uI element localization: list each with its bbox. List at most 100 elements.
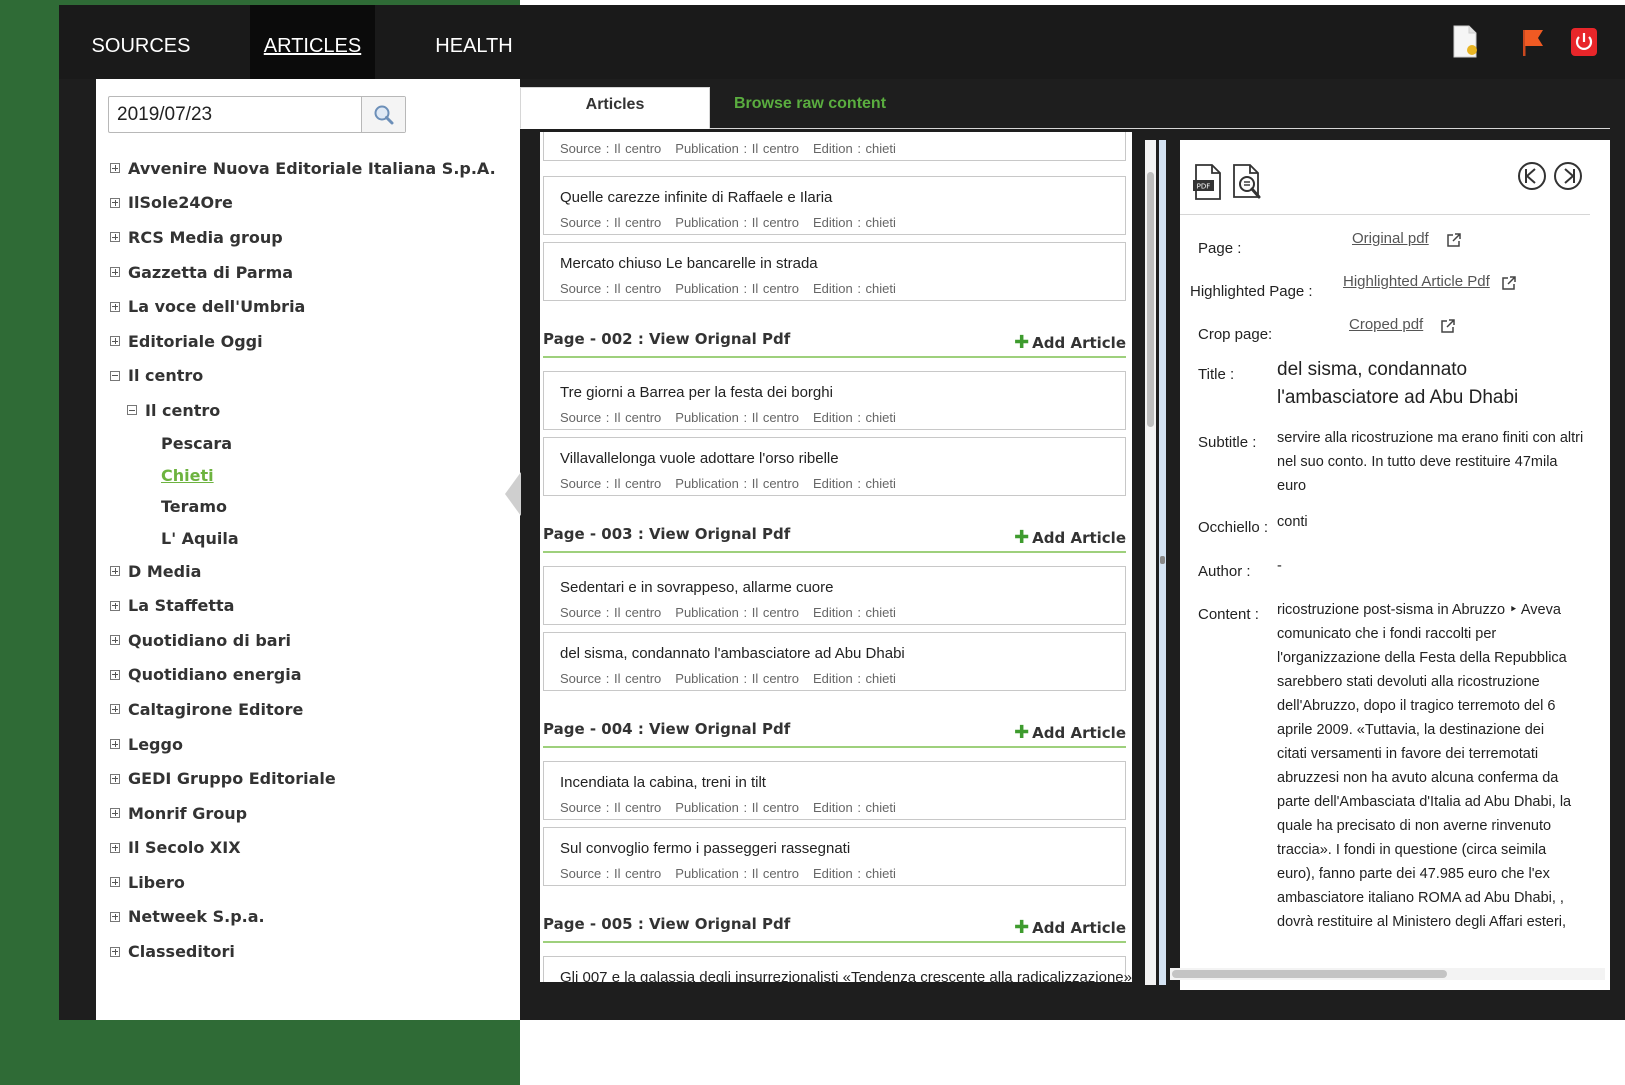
page-header: Page - 003 : View Orignal Pdf ✚ Add Artic… — [543, 523, 1126, 553]
view-original-pdf-link[interactable]: Page - 003 : View Orignal Pdf — [543, 525, 790, 543]
view-original-pdf-link[interactable]: Page - 005 : View Orignal Pdf — [543, 915, 790, 933]
article-card[interactable]: Gli 007 e la galassia degli insurreziona… — [543, 956, 1132, 982]
tree-edition-pescara[interactable]: Pescara — [110, 428, 510, 460]
article-card[interactable]: Source : Il centro Publication : Il centr… — [543, 132, 1126, 161]
article-card[interactable]: Incendiata la cabina, treni in tilt Sour… — [543, 761, 1126, 820]
article-card[interactable]: Tre giorni a Barrea per la festa dei bor… — [543, 371, 1126, 430]
add-article-button[interactable]: ✚ Add Article — [1014, 917, 1126, 938]
tree-item-label: Quotidiano energia — [128, 665, 302, 685]
tree-item-publisher[interactable]: La voce dell'Umbria — [110, 289, 510, 324]
tree-item-publisher[interactable]: Gazzetta di Parma — [110, 255, 510, 290]
add-article-button[interactable]: ✚ Add Article — [1014, 332, 1126, 353]
tree-item-publisher-expanded[interactable]: Il centro — [110, 359, 510, 394]
external-link-icon[interactable] — [1501, 275, 1517, 291]
tree-item-publisher[interactable]: Leggo — [110, 727, 510, 762]
article-title: Incendiata la cabina, treni in tilt — [560, 774, 766, 791]
tree-item-publisher[interactable]: Libero — [110, 865, 510, 900]
expand-icon[interactable] — [110, 163, 120, 174]
expand-icon[interactable] — [110, 336, 120, 347]
author-label: Author : — [1198, 563, 1251, 580]
add-article-button[interactable]: ✚ Add Article — [1014, 527, 1126, 548]
tree-item-publisher[interactable]: Classeditori — [110, 934, 510, 969]
tree-item-label: Il centro — [128, 366, 204, 386]
expand-icon[interactable] — [110, 600, 120, 611]
nav-tab-articles[interactable]: ARTICLES — [250, 5, 375, 79]
expand-icon[interactable] — [110, 877, 120, 888]
article-card[interactable]: Villavallelonga vuole adottare l'orso ri… — [543, 437, 1126, 496]
nav-tab-health[interactable]: HEALTH — [409, 5, 539, 79]
tree-item-label: Il centro — [145, 400, 221, 420]
tree-edition-teramo[interactable]: Teramo — [110, 491, 510, 523]
occhiello-value: conti — [1277, 514, 1308, 530]
tree-item-publisher[interactable]: Netweek S.p.a. — [110, 900, 510, 935]
highlighted-page-label: Highlighted Page : — [1190, 283, 1313, 300]
preview-document-icon[interactable] — [1231, 163, 1263, 206]
nav-tab-sources[interactable]: SOURCES — [59, 5, 223, 79]
article-card[interactable]: Mercato chiuso Le bancarelle in strada S… — [543, 242, 1126, 301]
power-icon[interactable] — [1570, 25, 1598, 59]
expand-icon[interactable] — [110, 842, 120, 853]
tree-item-publisher[interactable]: Il Secolo XIX — [110, 831, 510, 866]
article-card-selected[interactable]: del sisma, condannato l'ambasciatore ad … — [543, 632, 1126, 691]
detail-horizontal-scroll-thumb[interactable] — [1172, 970, 1447, 978]
tree-item-publisher[interactable]: Quotidiano energia — [110, 658, 510, 693]
date-search-input[interactable] — [109, 97, 362, 132]
expand-icon[interactable] — [110, 808, 120, 819]
previous-article-icon[interactable] — [1516, 160, 1548, 197]
tree-item-publisher[interactable]: GEDI Gruppo Editoriale — [110, 761, 510, 796]
croped-pdf-link[interactable]: Croped pdf — [1349, 316, 1423, 333]
add-article-button[interactable]: ✚ Add Article — [1014, 722, 1126, 743]
expand-icon[interactable] — [110, 267, 120, 278]
next-article-icon[interactable] — [1552, 160, 1584, 197]
highlighted-article-pdf-link[interactable]: Highlighted Article Pdf — [1343, 273, 1490, 290]
top-navigation-bar: SOURCES ARTICLES HEALTH — [59, 5, 1625, 79]
search-button[interactable] — [361, 97, 405, 132]
tree-edition-chieti[interactable]: Chieti — [110, 459, 510, 491]
expand-icon[interactable] — [110, 704, 120, 715]
tree-item-publication[interactable]: Il centro — [110, 393, 510, 428]
expand-icon[interactable] — [110, 232, 120, 243]
view-original-pdf-link[interactable]: Page - 002 : View Orignal Pdf — [543, 330, 790, 348]
tab-browse-raw-content[interactable]: Browse raw content — [710, 87, 910, 129]
tree-item-publisher[interactable]: Caltagirone Editore — [110, 692, 510, 727]
tree-item-publisher[interactable]: Monrif Group — [110, 796, 510, 831]
original-pdf-link[interactable]: Original pdf — [1352, 230, 1429, 247]
document-icon[interactable] — [1451, 25, 1479, 59]
tree-item-publisher[interactable]: Quotidiano di bari — [110, 623, 510, 658]
expand-icon[interactable] — [110, 669, 120, 680]
collapse-icon[interactable] — [110, 370, 120, 381]
article-list-scroll-thumb[interactable] — [1147, 172, 1154, 427]
expand-icon[interactable] — [110, 739, 120, 750]
article-meta: Source : Il centro Publication : Il centr… — [560, 141, 896, 156]
tree-item-publisher[interactable]: D Media — [110, 554, 510, 589]
tab-articles[interactable]: Articles — [520, 87, 710, 129]
external-link-icon[interactable] — [1446, 232, 1462, 248]
tree-item-publisher[interactable]: RCS Media group — [110, 220, 510, 255]
expand-icon[interactable] — [110, 197, 120, 208]
pdf-icon[interactable]: PDF — [1193, 163, 1223, 206]
tree-item-publisher[interactable]: Editoriale Oggi — [110, 324, 510, 359]
article-card[interactable]: Sedentari e in sovrappeso, allarme cuore… — [543, 566, 1126, 625]
page-header: Page - 004 : View Orignal Pdf ✚ Add Artic… — [543, 718, 1126, 748]
tree-item-publisher[interactable]: IlSole24Ore — [110, 186, 510, 221]
expand-icon[interactable] — [110, 946, 120, 957]
tree-item-publisher[interactable]: Avvenire Nuova Editoriale Italiana S.p.A… — [110, 151, 510, 186]
view-original-pdf-link[interactable]: Page - 004 : View Orignal Pdf — [543, 720, 790, 738]
page-header: Page - 002 : View Orignal Pdf ✚ Add Artic… — [543, 328, 1126, 358]
tree-edition-laquila[interactable]: L' Aquila — [110, 522, 510, 554]
expand-icon[interactable] — [110, 635, 120, 646]
collapse-icon[interactable] — [127, 405, 137, 416]
tree-item-publisher[interactable]: La Staffetta — [110, 588, 510, 623]
expand-icon[interactable] — [110, 566, 120, 577]
content-value: ricostruzione post-sisma in Abruzzo ‣ Av… — [1277, 602, 1572, 930]
article-title: Mercato chiuso Le bancarelle in strada — [560, 255, 818, 272]
expand-icon[interactable] — [110, 773, 120, 784]
flag-icon[interactable] — [1519, 25, 1547, 59]
expand-icon[interactable] — [110, 301, 120, 312]
plus-icon: ✚ — [1014, 917, 1030, 938]
article-card[interactable]: Quelle carezze infinite di Raffaele e Il… — [543, 176, 1126, 235]
collapse-panel-handle[interactable] — [505, 472, 521, 516]
expand-icon[interactable] — [110, 911, 120, 922]
article-card[interactable]: Sul convoglio fermo i passeggeri rassegn… — [543, 827, 1126, 886]
external-link-icon[interactable] — [1440, 318, 1456, 334]
